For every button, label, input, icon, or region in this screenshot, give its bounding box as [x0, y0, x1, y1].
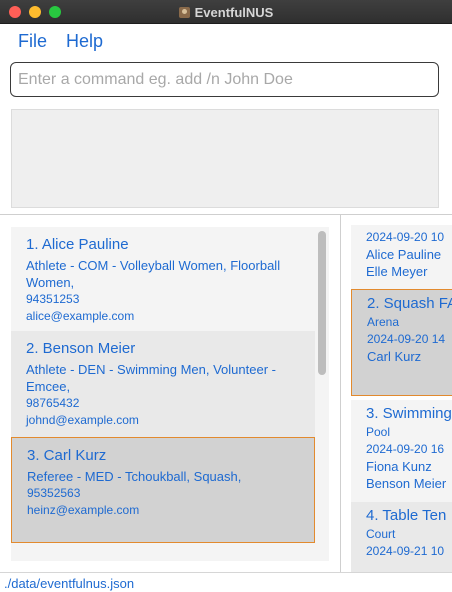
event-venue: Pool	[366, 425, 391, 439]
person-email: alice@example.com	[26, 309, 135, 323]
event-card[interactable]: 2024-09-20 10 Alice Pauline Elle Meyer	[351, 225, 452, 289]
data-file-path: ./data/eventfulnus.json	[4, 576, 135, 591]
result-display-area	[0, 104, 452, 214]
event-card-selected[interactable]: 2. Squash FA Arena 2024-09-20 14 Carl Ku…	[351, 289, 452, 396]
event-participant: Fiona Kunz	[366, 459, 432, 474]
person-tags: Athlete - COM - Volleyball Women, Floorb…	[26, 258, 281, 290]
person-card[interactable]: 2. Benson Meier Athlete - DEN - Swimming…	[11, 331, 315, 437]
person-card[interactable]: 1. Alice Pauline Athlete - COM - Volleyb…	[11, 227, 315, 331]
menu-bar: File Help	[0, 24, 452, 58]
event-card[interactable]: 4. Table Ten Court 2024-09-21 10	[351, 502, 452, 572]
event-name: 4. Table Ten	[366, 507, 447, 524]
event-time: 2024-09-20 14	[367, 332, 446, 346]
app-icon	[178, 6, 190, 18]
person-tags: Athlete - DEN - Swimming Men, Volunteer …	[26, 362, 276, 394]
event-time: 2024-09-20 16	[366, 442, 445, 456]
event-participant: Alice Pauline	[366, 247, 442, 262]
person-list[interactable]: 1. Alice Pauline Athlete - COM - Volleyb…	[11, 227, 329, 561]
person-card-selected[interactable]: 3. Carl Kurz Referee - MED - Tchoukball,…	[11, 437, 315, 543]
event-participant: Carl Kurz	[367, 349, 422, 364]
command-box-area	[0, 58, 452, 104]
event-time: 2024-09-21 10	[366, 544, 445, 558]
event-name: 2. Squash FA	[367, 295, 452, 312]
person-email: heinz@example.com	[27, 503, 140, 517]
command-input[interactable]	[10, 62, 439, 97]
person-phone: 98765432	[26, 396, 80, 410]
status-bar: ./data/eventfulnus.json	[0, 572, 452, 592]
result-display	[11, 109, 439, 208]
person-email: johnd@example.com	[26, 413, 139, 427]
event-venue: Court	[366, 527, 396, 541]
event-participant: Elle Meyer	[366, 264, 428, 279]
person-phone: 95352563	[27, 486, 81, 500]
window-title-group: EventfulNUS	[0, 0, 452, 24]
event-participant: Benson Meier	[366, 476, 447, 491]
event-card[interactable]: 3. Swimming Pool 2024-09-20 16 Fiona Kun…	[351, 400, 452, 502]
person-name: 3. Carl Kurz	[27, 447, 107, 464]
person-name: 2. Benson Meier	[26, 340, 136, 357]
menu-help[interactable]: Help	[66, 31, 103, 52]
window-title: EventfulNUS	[194, 4, 274, 20]
event-list[interactable]: 2024-09-20 10 Alice Pauline Elle Meyer 2…	[351, 225, 452, 572]
menu-file[interactable]: File	[18, 31, 47, 52]
event-time: 2024-09-20 10	[366, 230, 445, 244]
person-name: 1. Alice Pauline	[26, 236, 129, 253]
person-phone: 94351253	[26, 292, 80, 306]
scrollbar-thumb[interactable]	[318, 231, 326, 375]
event-name: 3. Swimming	[366, 405, 452, 422]
person-list-panel: 1. Alice Pauline Athlete - COM - Volleyb…	[0, 215, 340, 572]
person-tags: Referee - MED - Tchoukball, Squash,	[27, 469, 242, 484]
person-list-scrollbar[interactable]	[315, 227, 329, 561]
title-bar: EventfulNUS	[0, 0, 452, 24]
event-venue: Arena	[367, 315, 400, 329]
event-list-panel: 2024-09-20 10 Alice Pauline Elle Meyer 2…	[341, 215, 452, 572]
